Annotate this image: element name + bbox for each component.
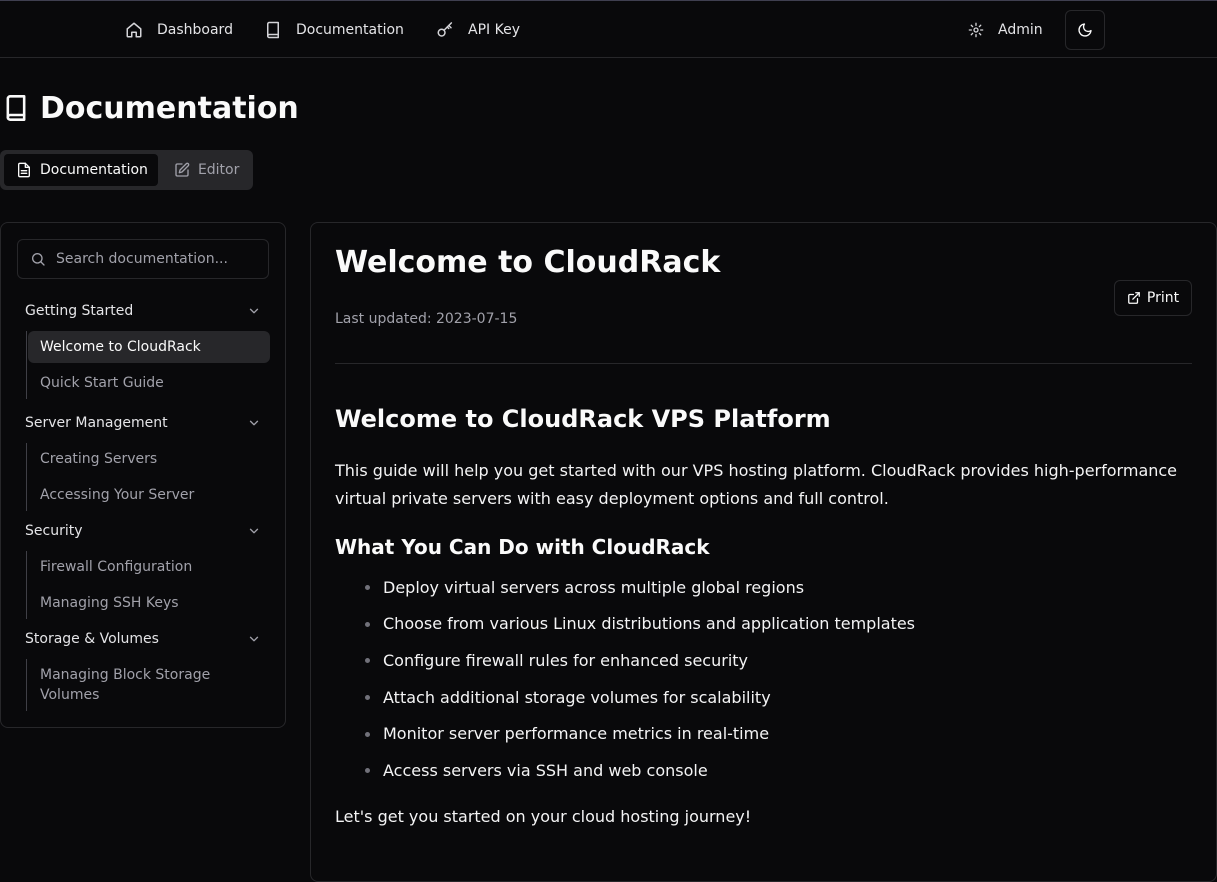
nav-api-key-label: API Key xyxy=(468,21,520,38)
file-text-icon xyxy=(16,162,32,178)
sidebar-group-label: Getting Started xyxy=(25,303,134,319)
search-input[interactable] xyxy=(56,251,256,267)
doc-subheading: What You Can Do with CloudRack xyxy=(335,535,710,559)
external-link-icon xyxy=(1127,291,1141,305)
sidebar-item-label: Firewall Configuration xyxy=(40,559,193,575)
sidebar-item-ssh-keys[interactable]: Managing SSH Keys xyxy=(28,587,270,619)
nav-documentation-link[interactable]: Documentation xyxy=(264,1,404,58)
sidebar-group-server-management[interactable]: Server Management xyxy=(25,413,261,433)
tab-editor[interactable]: Editor xyxy=(162,154,249,186)
sidebar-group-divider xyxy=(26,331,27,399)
gear-icon xyxy=(968,22,984,38)
doc-content-panel: Welcome to CloudRack Last updated: 2023-… xyxy=(310,222,1217,882)
book-icon xyxy=(2,92,30,124)
last-updated: Last updated: 2023-07-15 xyxy=(335,311,518,327)
sidebar-item-label: Accessing Your Server xyxy=(40,487,195,503)
home-icon xyxy=(125,21,143,39)
list-item: Monitor server performance metrics in re… xyxy=(335,715,1192,752)
header-divider xyxy=(335,363,1192,364)
tab-editor-label: Editor xyxy=(197,162,240,178)
docs-sidebar: Getting Started Welcome to CloudRack Qui… xyxy=(0,222,286,728)
chevron-down-icon xyxy=(247,304,261,318)
doc-intro-paragraph: This guide will help you get started wit… xyxy=(335,461,1178,508)
nav-dashboard-label: Dashboard xyxy=(157,21,233,38)
tab-documentation[interactable]: Documentation xyxy=(4,154,158,186)
doc-title: Welcome to CloudRack xyxy=(335,245,721,280)
top-navbar: Dashboard Documentation API Key Admin xyxy=(0,0,1217,58)
sidebar-item-label: Welcome to CloudRack xyxy=(40,339,201,355)
list-item: Configure firewall rules for enhanced se… xyxy=(335,642,1192,679)
sidebar-group-divider xyxy=(26,551,27,619)
nav-documentation-label: Documentation xyxy=(296,21,404,38)
nav-api-key-link[interactable]: API Key xyxy=(436,1,520,58)
moon-icon xyxy=(1077,22,1093,38)
doc-heading: Welcome to CloudRack VPS Platform xyxy=(335,405,831,433)
sidebar-item-firewall[interactable]: Firewall Configuration xyxy=(28,551,270,583)
sidebar-group-divider xyxy=(26,443,27,511)
sidebar-item-label: Managing Block Storage Volumes xyxy=(40,667,211,703)
doc-closing-text: Let's get you started on your cloud host… xyxy=(335,807,752,826)
print-button[interactable]: Print xyxy=(1114,280,1192,316)
theme-toggle-button[interactable] xyxy=(1065,10,1105,50)
print-label: Print xyxy=(1146,290,1180,306)
sidebar-group-storage[interactable]: Storage & Volumes xyxy=(25,629,261,649)
search-box xyxy=(17,239,269,279)
sidebar-group-security[interactable]: Security xyxy=(25,521,261,541)
page-title-text: Documentation xyxy=(40,90,299,126)
list-item: Access servers via SSH and web console xyxy=(335,752,1192,789)
chevron-down-icon xyxy=(247,632,261,646)
book-icon xyxy=(264,21,282,39)
sidebar-group-label: Server Management xyxy=(25,415,168,431)
sidebar-item-label: Creating Servers xyxy=(40,451,158,467)
nav-admin-link[interactable]: Admin xyxy=(968,1,1043,58)
sidebar-item-accessing-server[interactable]: Accessing Your Server xyxy=(28,479,270,511)
chevron-down-icon xyxy=(247,416,261,430)
sidebar-group-label: Security xyxy=(25,523,83,539)
edit-icon xyxy=(174,162,190,178)
list-item: Deploy virtual servers across multiple g… xyxy=(335,569,1192,606)
nav-admin-label: Admin xyxy=(998,21,1043,38)
feature-list: Deploy virtual servers across multiple g… xyxy=(335,569,1192,789)
sidebar-item-quick-start[interactable]: Quick Start Guide xyxy=(28,367,270,399)
list-item: Choose from various Linux distributions … xyxy=(335,606,1192,643)
chevron-down-icon xyxy=(247,524,261,538)
sidebar-group-divider xyxy=(26,659,27,711)
search-icon xyxy=(30,251,46,267)
sidebar-item-block-storage[interactable]: Managing Block Storage Volumes xyxy=(28,659,238,711)
sidebar-item-welcome[interactable]: Welcome to CloudRack xyxy=(28,331,270,363)
sidebar-group-label: Storage & Volumes xyxy=(25,631,159,647)
sidebar-item-creating-servers[interactable]: Creating Servers xyxy=(28,443,270,475)
sidebar-item-label: Managing SSH Keys xyxy=(40,595,179,611)
sidebar-group-getting-started[interactable]: Getting Started xyxy=(25,301,261,321)
list-item: Attach additional storage volumes for sc… xyxy=(335,679,1192,716)
nav-dashboard-link[interactable]: Dashboard xyxy=(125,1,233,58)
tab-documentation-label: Documentation xyxy=(40,162,148,178)
key-icon xyxy=(436,21,454,39)
view-tabs: Documentation Editor xyxy=(0,150,253,190)
page-title: Documentation xyxy=(2,88,299,128)
sidebar-item-label: Quick Start Guide xyxy=(40,375,164,391)
